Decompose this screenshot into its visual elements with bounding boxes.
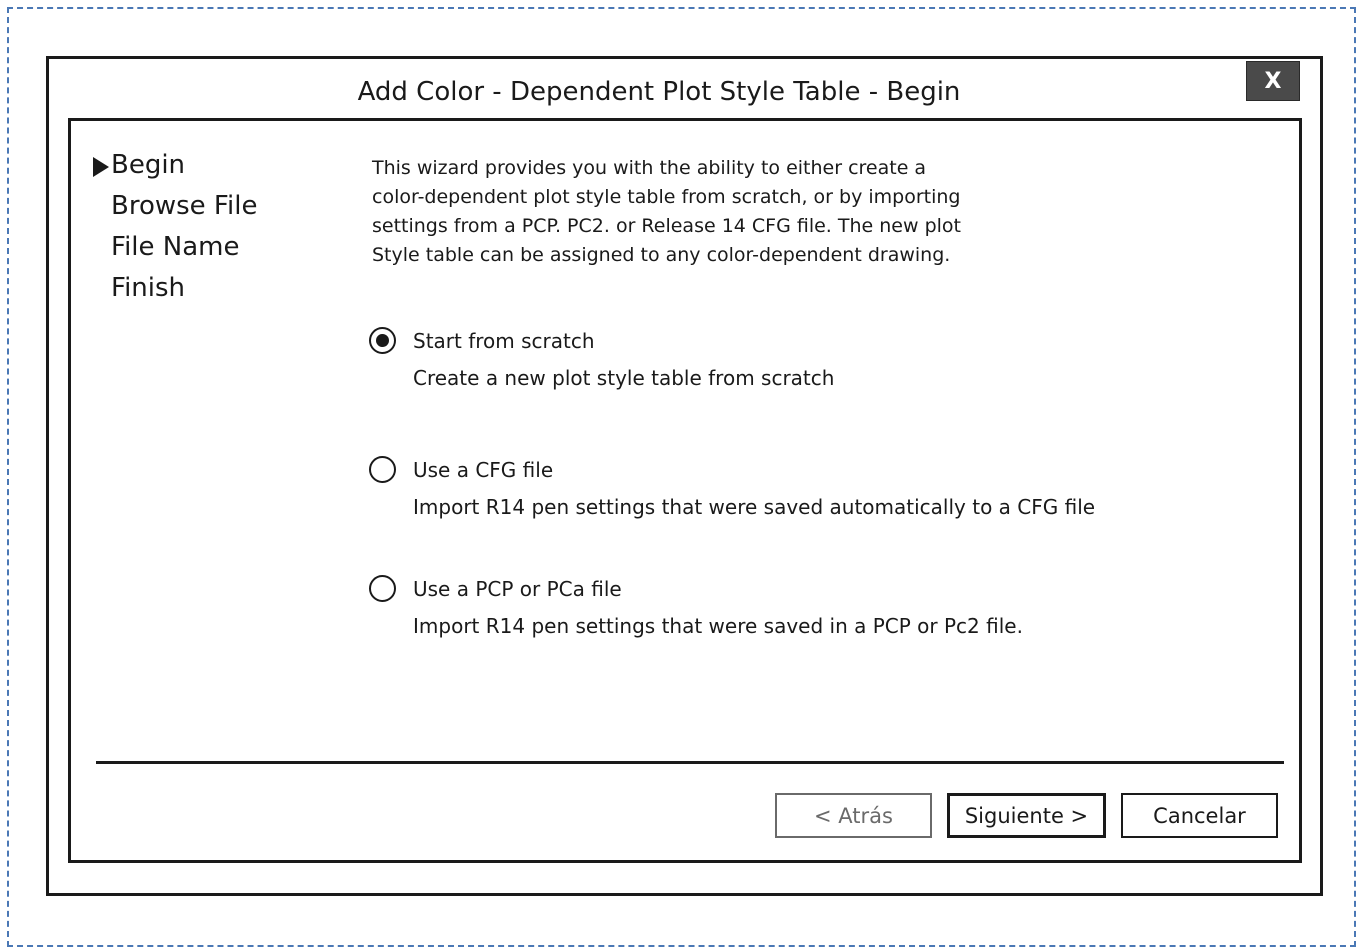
wizard-dialog: Add Color - Dependent Plot Style Table -… [46,56,1323,896]
step-begin: Begin [91,145,257,186]
option-label[interactable]: Start from scratch [413,327,595,355]
step-label: Begin [111,150,186,180]
step-finish: Finish [91,268,257,309]
intro-line: Style table can be assigned to any color… [372,244,951,266]
step-browse-file: Browse File [91,186,257,227]
button-divider [96,761,1284,764]
step-label: File Name [111,232,240,262]
step-label: Finish [111,273,186,303]
cancel-button[interactable]: Cancelar [1121,793,1278,838]
option-description: Import R14 pen settings that were saved … [413,614,1023,638]
next-button[interactable]: Siguiente > [947,793,1106,838]
close-button[interactable]: X [1246,61,1300,101]
step-label: Browse File [111,191,258,221]
radio-selected-dot-icon [376,334,389,347]
step-file-name: File Name [91,227,257,268]
intro-line: settings from a PCP. PC2. or Release 14 … [372,215,961,237]
radio-start-from-scratch[interactable] [369,327,396,354]
wizard-steps: Begin Browse File File Name Finish [91,145,257,309]
option-label[interactable]: Use a PCP or PCa file [413,575,622,603]
intro-line: This wizard provides you with the abilit… [372,157,927,179]
intro-line: color-dependent plot style table from sc… [372,186,961,208]
option-label[interactable]: Use a CFG file [413,456,553,484]
radio-use-pcp-file[interactable] [369,575,396,602]
dialog-title: Add Color - Dependent Plot Style Table -… [357,77,961,107]
wizard-content-panel: Begin Browse File File Name Finish This … [68,118,1302,863]
back-button[interactable]: < Atrás [775,793,932,838]
radio-use-cfg-file[interactable] [369,456,396,483]
wizard-intro-text: This wizard provides you with the abilit… [372,154,1012,270]
option-description: Create a new plot style table from scrat… [413,366,835,390]
current-step-arrow-icon [93,157,109,177]
option-description: Import R14 pen settings that were saved … [413,495,1096,519]
